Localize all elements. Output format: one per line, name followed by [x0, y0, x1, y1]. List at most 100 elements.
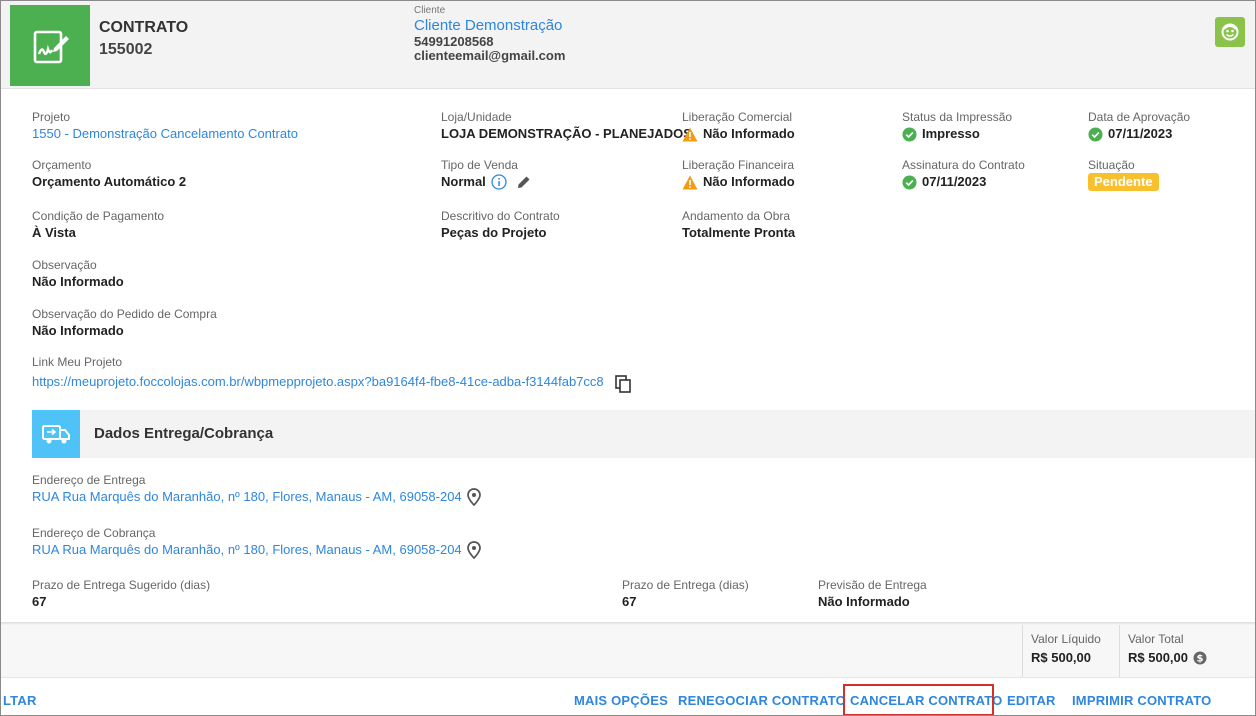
action-footer: LTAR MAIS OPÇÕES RENEGOCIAR CONTRATO CAN… [1, 677, 1255, 715]
field-value: À Vista [32, 225, 76, 240]
client-email: clienteemail@gmail.com [414, 48, 566, 63]
field-projeto: Projeto 1550 - Demonstração Cancelamento… [32, 110, 298, 143]
field-value: 07/11/2023 [1108, 126, 1173, 141]
field-value: Normal [441, 174, 486, 189]
field-value: Não Informado [32, 323, 124, 338]
field-value: Totalmente Pronta [682, 225, 796, 240]
client-name-link[interactable]: Cliente Demonstração [414, 17, 562, 34]
field-label: Observação [32, 258, 97, 272]
field-value: Impresso [922, 126, 980, 141]
field-label: Liberação Financeira [682, 158, 795, 172]
contract-header: CONTRATO 155002 Cliente Cliente Demonstr… [1, 1, 1255, 89]
field-label: Situação [1088, 158, 1135, 172]
field-label: Data de Aprovação [1088, 110, 1191, 124]
contract-sign-icon [10, 5, 90, 86]
field-value: Não Informado [818, 594, 910, 609]
field-label: Tipo de Venda [441, 158, 518, 172]
field-previsao: Previsão de Entrega Não Informado [818, 578, 927, 611]
field-label: Status da Impressão [902, 110, 1013, 124]
field-tipo-venda: Tipo de Venda Normal [441, 158, 532, 191]
valor-total: Valor Total R$ 500,00 $ [1119, 625, 1255, 677]
field-value: 07/11/2023 [922, 174, 987, 189]
field-value: LOJA DEMONSTRAÇÃO - PLANEJADOS [441, 126, 692, 141]
map-pin-icon[interactable] [466, 541, 481, 559]
contract-window: CONTRATO 155002 Cliente Cliente Demonstr… [0, 0, 1256, 716]
field-label: Condição de Pagamento [32, 209, 165, 223]
voltar-button[interactable]: LTAR [3, 693, 37, 708]
renegociar-contrato-button[interactable]: RENEGOCIAR CONTRATO [678, 693, 846, 708]
field-label: Andamento da Obra [682, 209, 791, 223]
imprimir-contrato-button[interactable]: IMPRIMIR CONTRATO [1072, 693, 1211, 708]
endereco-entrega-link[interactable]: RUA Rua Marquês do Maranhão, nº 180, Flo… [32, 488, 462, 506]
total-value: R$ 500,00 [1031, 650, 1091, 665]
copy-icon[interactable] [613, 374, 633, 394]
field-label: Observação do Pedido de Compra [32, 307, 217, 321]
field-endereco-entrega: Endereço de Entrega RUA Rua Marquês do M… [32, 473, 481, 506]
field-lib-financeira: Liberação Financeira Não Informado [682, 158, 795, 191]
field-value: 67 [622, 594, 637, 609]
field-condicao: Condição de Pagamento À Vista [32, 209, 164, 242]
field-endereco-cobranca: Endereço de Cobrança RUA Rua Marquês do … [32, 526, 481, 559]
field-value: 67 [32, 594, 47, 609]
mais-opcoes-button[interactable]: MAIS OPÇÕES [574, 693, 668, 708]
status-badge: Pendente [1088, 173, 1159, 191]
field-label: Endereço de Cobrança [32, 526, 156, 540]
field-label: Prazo de Entrega Sugerido (dias) [32, 578, 211, 592]
info-icon[interactable] [491, 174, 507, 190]
field-prazo: Prazo de Entrega (dias) 67 [622, 578, 749, 611]
field-value: Não Informado [703, 174, 795, 189]
client-label: Cliente [414, 5, 446, 16]
field-observacao: Observação Não Informado [32, 258, 124, 291]
edit-pencil-icon[interactable] [516, 174, 532, 190]
field-prazo-sugerido: Prazo de Entrega Sugerido (dias) 67 [32, 578, 210, 611]
client-phone: 54991208568 [414, 34, 494, 49]
warning-icon [682, 175, 698, 189]
field-situacao: Situação Pendente [1088, 158, 1159, 191]
field-status-impressao: Status da Impressão Impresso [902, 110, 1012, 143]
field-label: Orçamento [32, 158, 92, 172]
field-label: Previsão de Entrega [818, 578, 927, 592]
field-label: Descritivo do Contrato [441, 209, 560, 223]
total-label: Valor Líquido [1031, 632, 1101, 646]
field-link-projeto: Link Meu Projeto https://meuprojeto.focc… [32, 355, 633, 394]
field-label: Liberação Comercial [682, 110, 793, 124]
endereco-cobranca-link[interactable]: RUA Rua Marquês do Maranhão, nº 180, Flo… [32, 541, 462, 559]
total-value: R$ 500,00 [1128, 650, 1188, 665]
field-obs-pedido: Observação do Pedido de Compra Não Infor… [32, 307, 217, 340]
field-descritivo: Descritivo do Contrato Peças do Projeto [441, 209, 560, 242]
check-circle-icon [902, 126, 917, 142]
field-label: Loja/Unidade [441, 110, 512, 124]
field-label: Endereço de Entrega [32, 473, 146, 487]
money-icon[interactable]: $ [1193, 651, 1207, 665]
meu-projeto-link[interactable]: https://meuprojeto.foccolojas.com.br/wbp… [32, 373, 604, 391]
total-label: Valor Total [1128, 632, 1184, 646]
field-label: Link Meu Projeto [32, 355, 123, 369]
field-andamento: Andamento da Obra Totalmente Pronta [682, 209, 795, 242]
field-orcamento: Orçamento Orçamento Automático 2 [32, 158, 186, 191]
delivery-truck-icon [32, 410, 80, 458]
totals-bar: Valor Líquido R$ 500,00 Valor Total R$ 5… [1, 625, 1255, 677]
check-circle-icon [1088, 126, 1103, 142]
field-value: Não Informado [32, 274, 124, 289]
contract-title: CONTRATO [99, 19, 189, 36]
field-loja: Loja/Unidade LOJA DEMONSTRAÇÃO - PLANEJA… [441, 110, 692, 143]
field-label: Prazo de Entrega (dias) [622, 578, 749, 592]
field-label: Projeto [32, 110, 71, 124]
field-value: Não Informado [703, 126, 795, 141]
field-value: Peças do Projeto [441, 225, 547, 240]
field-value: Orçamento Automático 2 [32, 174, 187, 189]
field-label: Assinatura do Contrato [902, 158, 1025, 172]
delivery-section-header: Dados Entrega/Cobrança [32, 410, 1255, 458]
warning-icon [682, 127, 698, 141]
svg-text:$: $ [1197, 653, 1204, 664]
valor-liquido: Valor Líquido R$ 500,00 [1022, 625, 1119, 677]
field-data-aprovacao: Data de Aprovação 07/11/2023 [1088, 110, 1190, 143]
projeto-link[interactable]: 1550 - Demonstração Cancelamento Contrat… [32, 125, 298, 143]
map-pin-icon[interactable] [466, 488, 481, 506]
field-assinatura: Assinatura do Contrato 07/11/2023 [902, 158, 1025, 191]
editar-button[interactable]: EDITAR [1007, 693, 1056, 708]
section-title: Dados Entrega/Cobrança [94, 425, 274, 442]
field-lib-comercial: Liberação Comercial Não Informado [682, 110, 795, 143]
check-circle-icon [902, 174, 917, 190]
face-icon[interactable] [1215, 17, 1245, 47]
